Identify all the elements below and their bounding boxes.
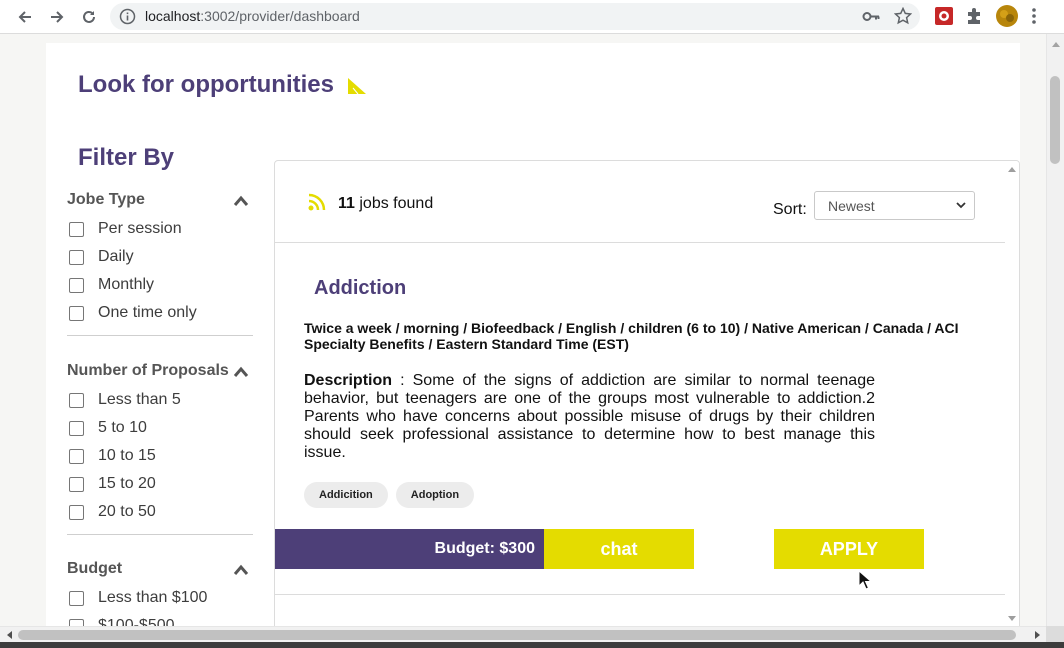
scroll-up-icon[interactable] [1052,41,1060,47]
checkbox[interactable] [69,476,84,492]
browser-menu-icon[interactable] [1024,6,1044,26]
filter-group-title: Jobe Type [67,191,145,208]
window-bottom-edge [0,642,1064,648]
page-vertical-scrollbar[interactable] [1046,34,1064,626]
scrollbar-thumb[interactable] [1050,76,1060,164]
filter-group-header[interactable]: Number of Proposals [67,362,253,386]
jobs-found-count: 11 jobs found [338,195,434,212]
filter-group-proposals: Number of Proposals Less than 5 5 to 10 … [67,362,253,535]
page-horizontal-scrollbar[interactable] [0,626,1046,642]
filter-group-header[interactable]: Budget [67,560,253,584]
filter-option[interactable]: 5 to 10 [67,414,253,442]
checkbox[interactable] [69,249,84,265]
filter-option[interactable]: $100-$500 [67,612,253,626]
checkbox[interactable] [69,618,84,626]
filter-option[interactable]: Less than $100 [67,584,253,612]
rss-icon [308,193,326,211]
filter-option-label: Less than $100 [98,589,208,606]
filter-option[interactable]: One time only [67,299,253,327]
filter-option-label: Less than 5 [98,391,181,408]
scroll-up-icon[interactable] [1008,166,1016,172]
filter-option-label: 10 to 15 [98,447,156,464]
filter-group-title: Number of Proposals [67,362,229,379]
results-panel: 11 jobs found Sort: Newest Addiction Twi… [274,160,1020,626]
checkbox[interactable] [69,305,84,321]
filter-option[interactable]: Daily [67,243,253,271]
url-text: localhost:3002/provider/dashboard [145,8,360,24]
checkbox[interactable] [69,392,84,408]
filter-option[interactable]: 20 to 50 [67,498,253,526]
chat-button[interactable]: chat [544,529,694,569]
sort-select[interactable]: Newest [814,191,975,220]
filter-option[interactable]: 15 to 20 [67,470,253,498]
filter-option-label: 15 to 20 [98,475,156,492]
extensions-puzzle-icon[interactable] [965,6,985,26]
address-bar[interactable]: localhost:3002/provider/dashboard [110,3,920,30]
forward-icon[interactable] [45,5,69,29]
checkbox[interactable] [69,420,84,436]
filter-option[interactable]: Less than 5 [67,386,253,414]
title-triangle-icon [347,77,366,94]
chevron-up-icon[interactable] [233,564,249,576]
job-tags: Addicition Adoption [304,482,475,508]
chevron-up-icon[interactable] [233,366,249,378]
checkbox[interactable] [69,221,84,237]
checkbox[interactable] [69,590,84,606]
filter-group-budget: Budget Less than $100 $100-$500 [67,560,253,626]
filter-option[interactable]: Monthly [67,271,253,299]
scrollbar-corner [1046,626,1064,642]
chevron-up-icon[interactable] [233,195,249,207]
filter-group-job-type: Jobe Type Per session Daily Monthly One … [67,191,253,336]
scroll-left-icon[interactable] [6,631,12,639]
apply-button[interactable]: APPLY [774,529,924,569]
filter-group-header[interactable]: Jobe Type [67,191,253,215]
sort-label: Sort: [773,201,807,218]
job-description: Description : Some of the signs of addic… [304,372,875,461]
chevron-down-icon [956,202,966,209]
divider [67,335,253,336]
extension-red-icon[interactable] [934,6,954,26]
filter-option[interactable]: Per session [67,215,253,243]
results-scrollbar[interactable] [1005,161,1019,626]
job-tag[interactable]: Adoption [395,482,475,508]
filter-option-label: 5 to 10 [98,419,147,436]
scroll-down-icon[interactable] [1008,616,1016,622]
page-viewport: Look for opportunities Filter By Jobe Ty… [0,34,1046,626]
filter-option-label: Daily [98,248,134,265]
dashboard-container: Look for opportunities Filter By Jobe Ty… [46,43,1020,626]
checkbox[interactable] [69,504,84,520]
profile-avatar[interactable] [996,5,1018,27]
reload-icon[interactable] [77,5,101,29]
job-title[interactable]: Addiction [314,277,406,300]
divider [67,534,253,535]
page-title: Look for opportunities [78,71,367,99]
filter-title: Filter By [78,144,175,171]
checkbox[interactable] [69,448,84,464]
filter-option-label: Per session [98,220,182,237]
mouse-cursor-icon [858,570,872,590]
job-tag[interactable]: Addicition [304,482,388,508]
job-separator [275,594,1005,595]
scrollbar-thumb[interactable] [18,630,1016,640]
filter-option-label: 20 to 50 [98,503,156,520]
bookmark-star-icon[interactable] [894,7,912,25]
browser-toolbar: localhost:3002/provider/dashboard [0,0,1064,34]
key-icon[interactable] [862,8,880,25]
checkbox[interactable] [69,277,84,293]
filter-option-label: One time only [98,304,197,321]
filter-option[interactable]: 10 to 15 [67,442,253,470]
info-icon[interactable] [119,8,136,25]
budget-bar: Budget: $300 [275,529,544,569]
filter-group-title: Budget [67,560,123,577]
job-meta: Twice a week / morning / Biofeedback / E… [304,320,959,352]
filter-option-label: Monthly [98,276,155,293]
filter-option-label: $100-$500 [98,617,175,626]
scroll-right-icon[interactable] [1035,631,1041,639]
results-header: 11 jobs found Sort: Newest [275,161,1005,243]
sort-selected-value: Newest [828,197,875,214]
back-icon[interactable] [13,5,37,29]
